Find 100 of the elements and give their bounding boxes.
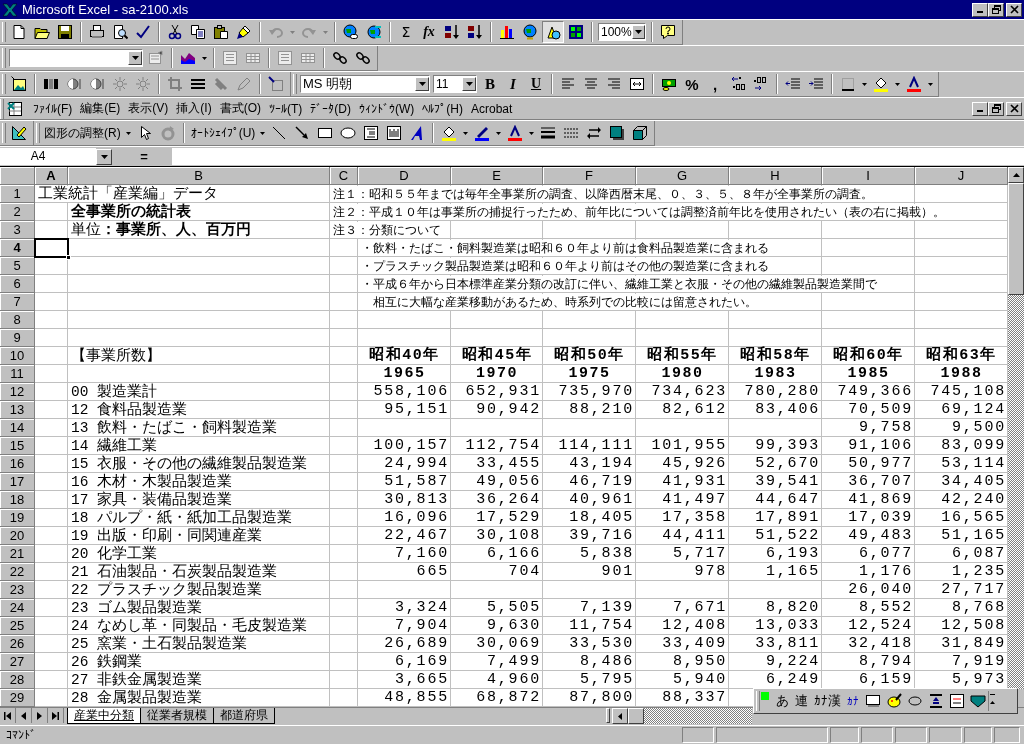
column-header[interactable]: E (451, 167, 543, 185)
column-header[interactable]: B (68, 167, 330, 185)
font-dropdown[interactable]: MS 明朝 (300, 75, 430, 93)
cell-value: 33,409 (662, 636, 728, 652)
menu-item[interactable]: 書式(O) (215, 100, 265, 117)
cell-value: 32,418 (848, 636, 914, 652)
cell-value: 17,039 (848, 510, 914, 526)
row-header[interactable]: 24 (0, 599, 35, 617)
row-header[interactable]: 3 (0, 221, 35, 239)
name-box[interactable]: A4 (0, 148, 96, 165)
zoom-dropdown[interactable]: 100% (598, 23, 646, 41)
column-header[interactable]: C (330, 167, 358, 185)
row-header[interactable]: 26 (0, 635, 35, 653)
row-header[interactable]: 4 (0, 239, 35, 257)
function-button[interactable]: fx (418, 21, 440, 43)
menu-item[interactable]: Acrobat (467, 101, 517, 116)
column-header[interactable]: D (358, 167, 451, 185)
column-header[interactable]: G (636, 167, 729, 185)
cell-value: 6,169 (395, 654, 450, 670)
workbook-icon[interactable] (7, 100, 25, 117)
dropdown-caret-icon[interactable] (462, 77, 476, 91)
row-header[interactable]: 29 (0, 689, 35, 707)
row-header[interactable]: 14 (0, 419, 35, 437)
column-header[interactable]: F (543, 167, 636, 185)
row-header[interactable]: 1 (0, 185, 35, 203)
row-header[interactable]: 25 (0, 617, 35, 635)
caret-icon[interactable] (96, 148, 112, 165)
sheet-tab[interactable]: 従業者規模 (140, 708, 214, 724)
ime-button[interactable]: 連 (792, 691, 811, 711)
sum-button[interactable]: Σ (395, 21, 417, 43)
minimize-icon[interactable] (972, 101, 988, 116)
row-header[interactable]: 15 (0, 437, 35, 455)
split-handle[interactable] (606, 708, 610, 723)
row-header[interactable]: 6 (0, 275, 35, 293)
bold-button[interactable]: B (479, 73, 501, 95)
scroll-left-icon[interactable] (612, 708, 628, 724)
menu-item[interactable]: 挿入(I) (172, 100, 216, 117)
style-dropdown[interactable] (9, 49, 143, 67)
menu-item[interactable]: 編集(E) (76, 100, 125, 117)
autoshapes-menu[interactable]: ｵｰﾄｼｪｲﾌﾟ(U) (188, 122, 258, 144)
kana-button[interactable]: ｶﾅ (844, 691, 862, 711)
comma-button[interactable]: , (704, 73, 726, 95)
menu-item[interactable]: ﾌｧｲﾙ(F) (29, 101, 77, 116)
menu-item[interactable]: ｳｨﾝﾄﾞｳ(W) (355, 101, 419, 116)
ime-button[interactable]: ｶﾅ漢 (811, 691, 844, 711)
cell-value: 1,165 (766, 564, 821, 580)
cell-value: 44,647 (755, 492, 821, 508)
row-header[interactable]: 13 (0, 401, 35, 419)
row-header[interactable]: 10 (0, 347, 35, 365)
restore-icon[interactable] (988, 101, 1004, 116)
row-header[interactable]: 18 (0, 491, 35, 509)
dropdown-caret-icon[interactable] (631, 25, 645, 39)
row-header[interactable]: 21 (0, 545, 35, 563)
row-header[interactable]: 7 (0, 293, 35, 311)
column-header[interactable]: J (915, 167, 1008, 185)
menu-item[interactable]: ﾍﾙﾌﾟ(H) (418, 101, 467, 116)
dropdown-caret-icon[interactable] (128, 51, 142, 65)
row-header[interactable]: 12 (0, 383, 35, 401)
scrollbar-thumb[interactable] (628, 708, 644, 724)
select-all-button[interactable] (0, 167, 35, 185)
scroll-up-icon[interactable] (1008, 167, 1024, 183)
restore-icon[interactable] (988, 2, 1004, 17)
row-header[interactable]: 22 (0, 563, 35, 581)
status-panel (830, 727, 859, 743)
sheet-tab[interactable]: 産業中分類 (67, 708, 141, 724)
row-header[interactable]: 16 (0, 455, 35, 473)
scrollbar-thumb[interactable] (1008, 183, 1024, 295)
sheet-tab[interactable]: 都道府県 (213, 708, 275, 724)
row-header[interactable]: 2 (0, 203, 35, 221)
row-header[interactable]: 9 (0, 329, 35, 347)
font-size-dropdown[interactable]: 11 (433, 75, 477, 93)
row-header[interactable]: 28 (0, 671, 35, 689)
percent-button[interactable]: % (681, 73, 703, 95)
ime-button[interactable]: あ (773, 691, 792, 711)
row-header[interactable]: 5 (0, 257, 35, 275)
row-header[interactable]: 20 (0, 527, 35, 545)
row-header[interactable]: 8 (0, 311, 35, 329)
minimize-icon[interactable] (972, 2, 988, 17)
draw-menu[interactable]: 図形の調整(R) (42, 122, 123, 144)
italic-button[interactable]: I (502, 73, 524, 95)
row-header[interactable]: 19 (0, 509, 35, 527)
scroll-arrows-icon[interactable] (988, 691, 998, 711)
menu-item[interactable]: ﾃﾞｰﾀ(D) (306, 101, 355, 116)
fill-handle[interactable] (66, 255, 71, 260)
row-header[interactable]: 23 (0, 581, 35, 599)
column-header[interactable]: H (729, 167, 822, 185)
row-header[interactable]: 11 (0, 365, 35, 383)
cell-value: 12,408 (662, 618, 728, 634)
dropdown-caret-icon[interactable] (415, 77, 429, 91)
underline-button[interactable]: U (525, 73, 547, 95)
column-header[interactable]: A (35, 167, 68, 185)
row-header[interactable]: 17 (0, 473, 35, 491)
shapes-icon[interactable] (542, 21, 564, 43)
close-icon[interactable] (1006, 2, 1022, 17)
formula-field[interactable] (172, 148, 1024, 165)
close-icon[interactable] (1006, 101, 1022, 116)
menu-item[interactable]: 表示(V) (124, 100, 173, 117)
menu-item[interactable]: ﾂｰﾙ(T) (265, 101, 307, 116)
row-header[interactable]: 27 (0, 653, 35, 671)
column-header[interactable]: I (822, 167, 915, 185)
